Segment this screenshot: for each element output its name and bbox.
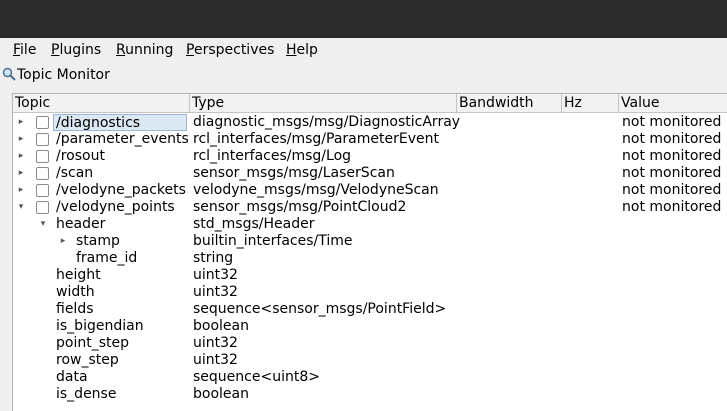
- plugin-header: Topic Monitor: [0, 62, 727, 86]
- topic-value: not monitored: [622, 148, 722, 164]
- topic-row-velodyne-points[interactable]: ▾ /velodyne_points sensor_msgs/msg/Point…: [13, 199, 727, 216]
- field-type: builtin_interfaces/Time: [193, 233, 353, 249]
- expand-arrow-icon[interactable]: ▸: [16, 114, 26, 131]
- field-type: sequence<uint8>: [193, 369, 320, 385]
- field-row-point-step[interactable]: point_step uint32: [13, 335, 727, 352]
- expand-arrow-icon[interactable]: ▸: [16, 131, 26, 148]
- topic-name: /scan: [56, 165, 94, 181]
- field-row-stamp[interactable]: ▸ stamp builtin_interfaces/Time: [13, 233, 727, 250]
- field-name: height: [56, 267, 101, 283]
- field-row-is-dense[interactable]: is_dense boolean: [13, 386, 727, 403]
- column-header-hz[interactable]: Hz: [562, 94, 619, 112]
- topic-name: /parameter_events: [56, 131, 189, 147]
- field-row-is-bigendian[interactable]: is_bigendian boolean: [13, 318, 727, 335]
- field-type: std_msgs/Header: [193, 216, 315, 232]
- monitor-checkbox[interactable]: [36, 201, 49, 214]
- field-type: boolean: [193, 318, 249, 334]
- window-title-bar[interactable]: [0, 0, 727, 38]
- topic-type: sensor_msgs/msg/LaserScan: [193, 165, 395, 181]
- field-name: stamp: [76, 233, 120, 249]
- field-row-row-step[interactable]: row_step uint32: [13, 352, 727, 369]
- topic-value: not monitored: [622, 131, 722, 147]
- expand-arrow-icon[interactable]: ▸: [16, 182, 26, 199]
- topic-type: rcl_interfaces/msg/Log: [193, 148, 352, 164]
- field-name: point_step: [56, 335, 129, 351]
- field-name: data: [56, 369, 88, 385]
- field-name: fields: [56, 301, 94, 317]
- magnifier-icon: [2, 67, 16, 81]
- expand-arrow-icon[interactable]: ▸: [58, 233, 68, 250]
- field-name: frame_id: [76, 250, 138, 266]
- menu-plugins[interactable]: Plugins: [51, 41, 101, 59]
- topic-row-rosout[interactable]: ▸ /rosout rcl_interfaces/msg/Log not mon…: [13, 148, 727, 165]
- field-type: uint32: [193, 352, 238, 368]
- plugin-title: Topic Monitor: [17, 67, 110, 83]
- expand-arrow-icon[interactable]: ▸: [16, 148, 26, 165]
- field-row-width[interactable]: width uint32: [13, 284, 727, 301]
- expand-arrow-icon[interactable]: ▸: [16, 165, 26, 182]
- topic-type: diagnostic_msgs/msg/DiagnosticArray: [193, 114, 461, 130]
- topic-name: /diagnostics: [53, 114, 187, 131]
- topic-value: not monitored: [622, 182, 722, 198]
- topic-tree[interactable]: Topic Type Bandwidth Hz Value ▸ /diagnos…: [12, 93, 727, 411]
- column-header-bandwidth[interactable]: Bandwidth: [457, 94, 562, 112]
- menu-running[interactable]: Running: [116, 41, 173, 59]
- column-header-type[interactable]: Type: [190, 94, 457, 112]
- field-type: sequence<sensor_msgs/PointField>: [193, 301, 447, 317]
- topic-name: /velodyne_packets: [56, 182, 186, 198]
- field-name: row_step: [56, 352, 119, 368]
- field-type: boolean: [193, 386, 249, 402]
- topic-value: not monitored: [622, 114, 722, 130]
- topic-value: not monitored: [622, 199, 722, 215]
- field-type: uint32: [193, 284, 238, 300]
- monitor-checkbox[interactable]: [36, 150, 49, 163]
- collapse-arrow-icon[interactable]: ▾: [38, 216, 48, 233]
- topic-type: rcl_interfaces/msg/ParameterEvent: [193, 131, 439, 147]
- field-type: uint32: [193, 335, 238, 351]
- topic-row-scan[interactable]: ▸ /scan sensor_msgs/msg/LaserScan not mo…: [13, 165, 727, 182]
- column-header-topic[interactable]: Topic: [13, 94, 190, 112]
- field-type: uint32: [193, 267, 238, 283]
- field-row-header[interactable]: ▾ header std_msgs/Header: [13, 216, 727, 233]
- topic-name: /velodyne_points: [56, 199, 175, 215]
- topic-value: not monitored: [622, 165, 722, 181]
- column-header-value[interactable]: Value: [619, 94, 727, 112]
- monitor-checkbox[interactable]: [36, 167, 49, 180]
- monitor-checkbox[interactable]: [36, 133, 49, 146]
- collapse-arrow-icon[interactable]: ▾: [16, 199, 26, 216]
- monitor-checkbox[interactable]: [36, 116, 49, 129]
- topic-row-diagnostics[interactable]: ▸ /diagnostics diagnostic_msgs/msg/Diagn…: [13, 114, 727, 131]
- menu-bar: File Plugins Running Perspectives Help: [0, 38, 727, 62]
- menu-file[interactable]: File: [13, 41, 36, 59]
- field-row-height[interactable]: height uint32: [13, 267, 727, 284]
- field-name: header: [56, 216, 106, 232]
- topic-row-velodyne-packets[interactable]: ▸ /velodyne_packets velodyne_msgs/msg/Ve…: [13, 182, 727, 199]
- field-name: width: [56, 284, 95, 300]
- field-name: is_dense: [56, 386, 117, 402]
- topic-row-parameter-events[interactable]: ▸ /parameter_events rcl_interfaces/msg/P…: [13, 131, 727, 148]
- menu-help[interactable]: Help: [286, 41, 318, 59]
- field-row-fields[interactable]: fields sequence<sensor_msgs/PointField>: [13, 301, 727, 318]
- topic-type: velodyne_msgs/msg/VelodyneScan: [193, 182, 439, 198]
- monitor-checkbox[interactable]: [36, 184, 49, 197]
- topic-type: sensor_msgs/msg/PointCloud2: [193, 199, 407, 215]
- tree-header: Topic Type Bandwidth Hz Value: [13, 94, 727, 113]
- menu-perspectives[interactable]: Perspectives: [186, 41, 274, 59]
- topic-name: /rosout: [56, 148, 105, 164]
- field-row-frame-id[interactable]: frame_id string: [13, 250, 727, 267]
- field-type: string: [193, 250, 234, 266]
- field-row-data[interactable]: data sequence<uint8>: [13, 369, 727, 386]
- field-name: is_bigendian: [56, 318, 144, 334]
